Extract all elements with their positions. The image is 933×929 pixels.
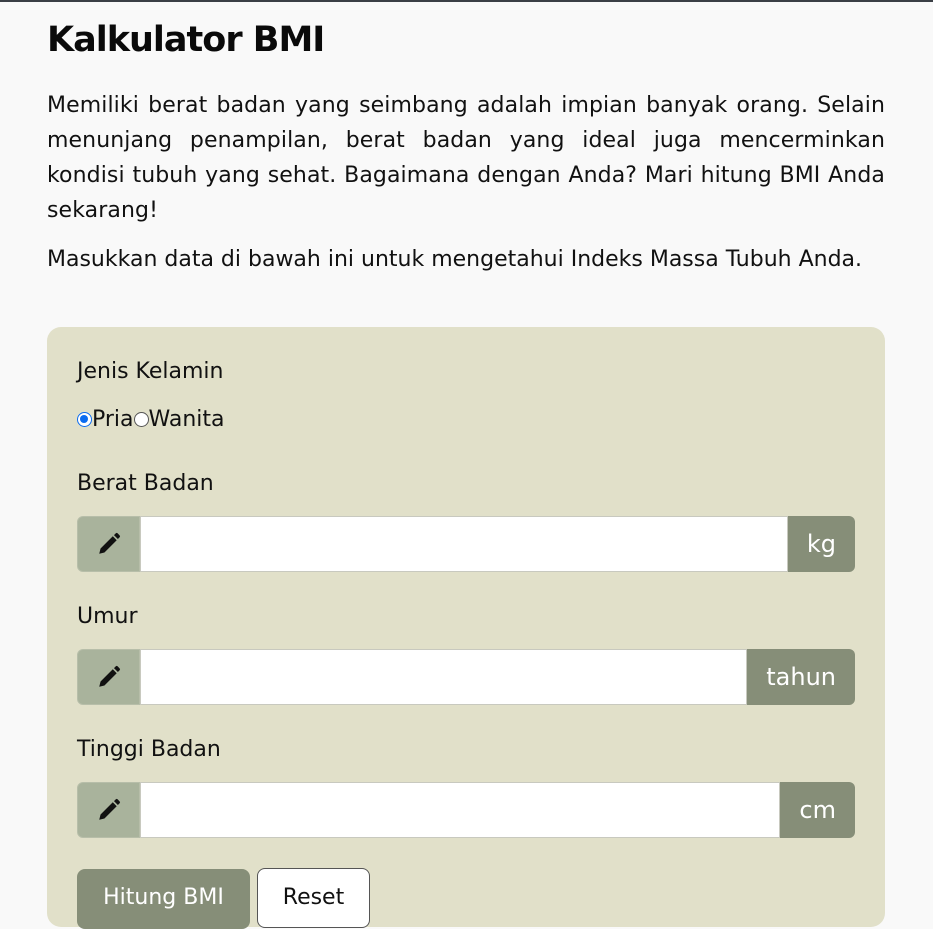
age-input[interactable] [140, 649, 748, 705]
weight-input-group: kg [77, 516, 855, 572]
intro-paragraph: Memiliki berat badan yang seimbang adala… [47, 93, 885, 223]
gender-option-label[interactable]: Pria [92, 407, 134, 432]
instruction-paragraph: Masukkan data di bawah ini untuk mengeta… [47, 247, 863, 272]
height-unit: cm [780, 782, 855, 838]
pencil-icon [77, 649, 140, 705]
gender-option-label[interactable]: Wanita [149, 407, 225, 432]
age-input-group: tahun [77, 649, 855, 705]
height-input[interactable] [140, 782, 781, 838]
height-input-group: cm [77, 782, 855, 838]
bmi-form-card: Jenis Kelamin Pria Wanita Berat Badan kg… [47, 327, 885, 929]
pencil-icon [77, 782, 140, 838]
weight-unit: kg [787, 516, 855, 572]
calculate-bmi-button[interactable]: Hitung BMI [77, 869, 250, 929]
weight-label: Berat Badan [77, 471, 214, 496]
gender-radio-pria[interactable] [77, 412, 92, 427]
gender-radio-group: Pria Wanita [77, 407, 225, 432]
gender-label: Jenis Kelamin [77, 359, 224, 384]
weight-input[interactable] [140, 516, 788, 572]
reset-button[interactable]: Reset [257, 868, 370, 928]
page-title: Kalkulator BMI [47, 20, 325, 60]
height-label: Tinggi Badan [77, 737, 221, 762]
age-label: Umur [77, 604, 138, 629]
pencil-icon [77, 516, 140, 572]
age-unit: tahun [747, 649, 855, 705]
gender-radio-wanita[interactable] [133, 412, 149, 427]
